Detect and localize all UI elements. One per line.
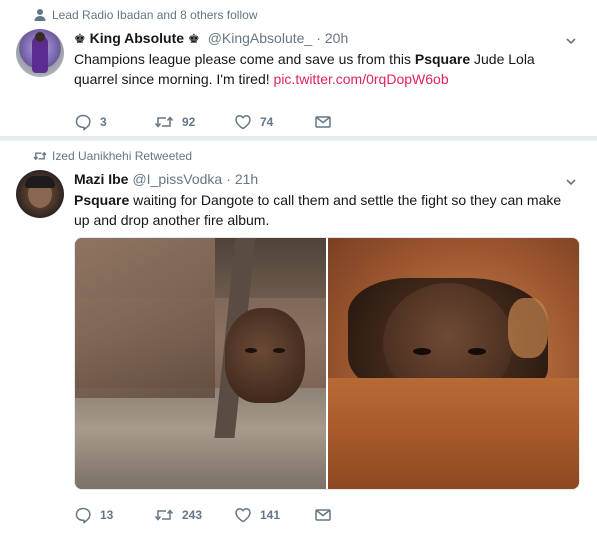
tweet-text-bold: Psquare	[74, 192, 130, 208]
user-handle[interactable]: @I_pissVodka	[132, 171, 222, 187]
tweet-text-bold: Psquare	[414, 51, 471, 67]
tweet-text-part: waiting for Dangote to call them and set…	[74, 192, 562, 228]
message-button[interactable]	[314, 506, 394, 524]
photo-rust-patch	[508, 298, 548, 358]
like-button[interactable]: 141	[234, 506, 314, 524]
tweet-timestamp[interactable]: 20h	[325, 30, 348, 46]
retweet-button[interactable]: 92	[154, 113, 234, 131]
message-icon	[315, 509, 331, 521]
photo-child-face	[225, 308, 305, 403]
separator-dot: ·	[316, 30, 321, 46]
chevron-down-icon[interactable]	[565, 34, 577, 46]
tweet-timestamp[interactable]: 21h	[235, 171, 258, 187]
message-icon	[315, 116, 331, 128]
retweet-count: 92	[182, 115, 196, 129]
media-photo[interactable]	[328, 238, 579, 489]
retweet-icon	[154, 116, 174, 128]
avatar[interactable]	[16, 29, 64, 77]
social-context-text: Lead Radio Ibadan and 8 others follow	[52, 8, 258, 22]
like-count: 74	[260, 115, 274, 129]
reply-count: 13	[100, 508, 114, 522]
tweet-text: Psquare waiting for Dangote to call them…	[74, 190, 579, 230]
social-context-text: Ized Uanikhehi Retweeted	[52, 149, 193, 163]
avatar-head	[35, 32, 45, 42]
like-button[interactable]: 74	[234, 113, 314, 131]
photo-eye	[273, 348, 285, 353]
tweet-media[interactable]	[74, 237, 580, 490]
crown-emoji: ♚	[74, 31, 86, 46]
photo-rust-metal	[328, 378, 579, 489]
reply-count: 3	[100, 115, 107, 129]
reply-button[interactable]: 13	[74, 506, 154, 524]
user-fullname[interactable]: King Absolute	[90, 30, 184, 46]
photo-eye	[468, 348, 486, 355]
like-icon	[235, 508, 251, 523]
reply-icon	[75, 507, 91, 524]
user-handle[interactable]: @KingAbsolute_	[208, 30, 313, 46]
message-button[interactable]	[314, 113, 394, 131]
person-icon	[33, 8, 47, 22]
reply-button[interactable]: 3	[74, 113, 154, 131]
photo-eye	[413, 348, 431, 355]
social-context: Lead Radio Ibadan and 8 others follow	[34, 7, 258, 23]
tweet-header: Mazi Ibe @I_pissVodka · 21h	[74, 171, 258, 187]
avatar-hat	[25, 176, 55, 188]
crown-emoji: ♚	[188, 31, 200, 46]
avatar[interactable]	[16, 170, 64, 218]
photo-seat-back	[75, 238, 215, 398]
like-count: 141	[260, 508, 281, 522]
retweet-count: 243	[182, 508, 203, 522]
tweet-actions: 13 243 141	[74, 506, 394, 524]
retweet-button[interactable]: 243	[154, 506, 234, 524]
tweet-text: Champions league please come and save us…	[74, 49, 579, 89]
like-icon	[235, 115, 251, 130]
reply-icon	[75, 114, 91, 131]
media-photo[interactable]	[75, 238, 326, 489]
tweet-header: ♚ King Absolute ♚ @KingAbsolute_ · 20h	[74, 30, 348, 47]
tweet-card[interactable]: Ized Uanikhehi Retweeted Mazi Ibe @I_pis…	[0, 141, 597, 539]
retweet-icon	[33, 149, 47, 163]
tweet-media-link[interactable]: pic.twitter.com/0rqDopW6ob	[274, 71, 449, 87]
user-fullname[interactable]: Mazi Ibe	[74, 171, 128, 187]
separator-dot: ·	[226, 171, 231, 187]
tweet-actions: 3 92 74	[74, 113, 394, 131]
photo-window-frame	[75, 388, 326, 489]
tweet-card[interactable]: Lead Radio Ibadan and 8 others follow ♚ …	[0, 0, 597, 141]
social-context: Ized Uanikhehi Retweeted	[33, 148, 193, 164]
tweet-text-part: Champions league please come and save us…	[74, 51, 415, 67]
chevron-down-icon[interactable]	[565, 175, 577, 187]
photo-eye	[245, 348, 257, 353]
retweet-icon	[154, 509, 174, 521]
